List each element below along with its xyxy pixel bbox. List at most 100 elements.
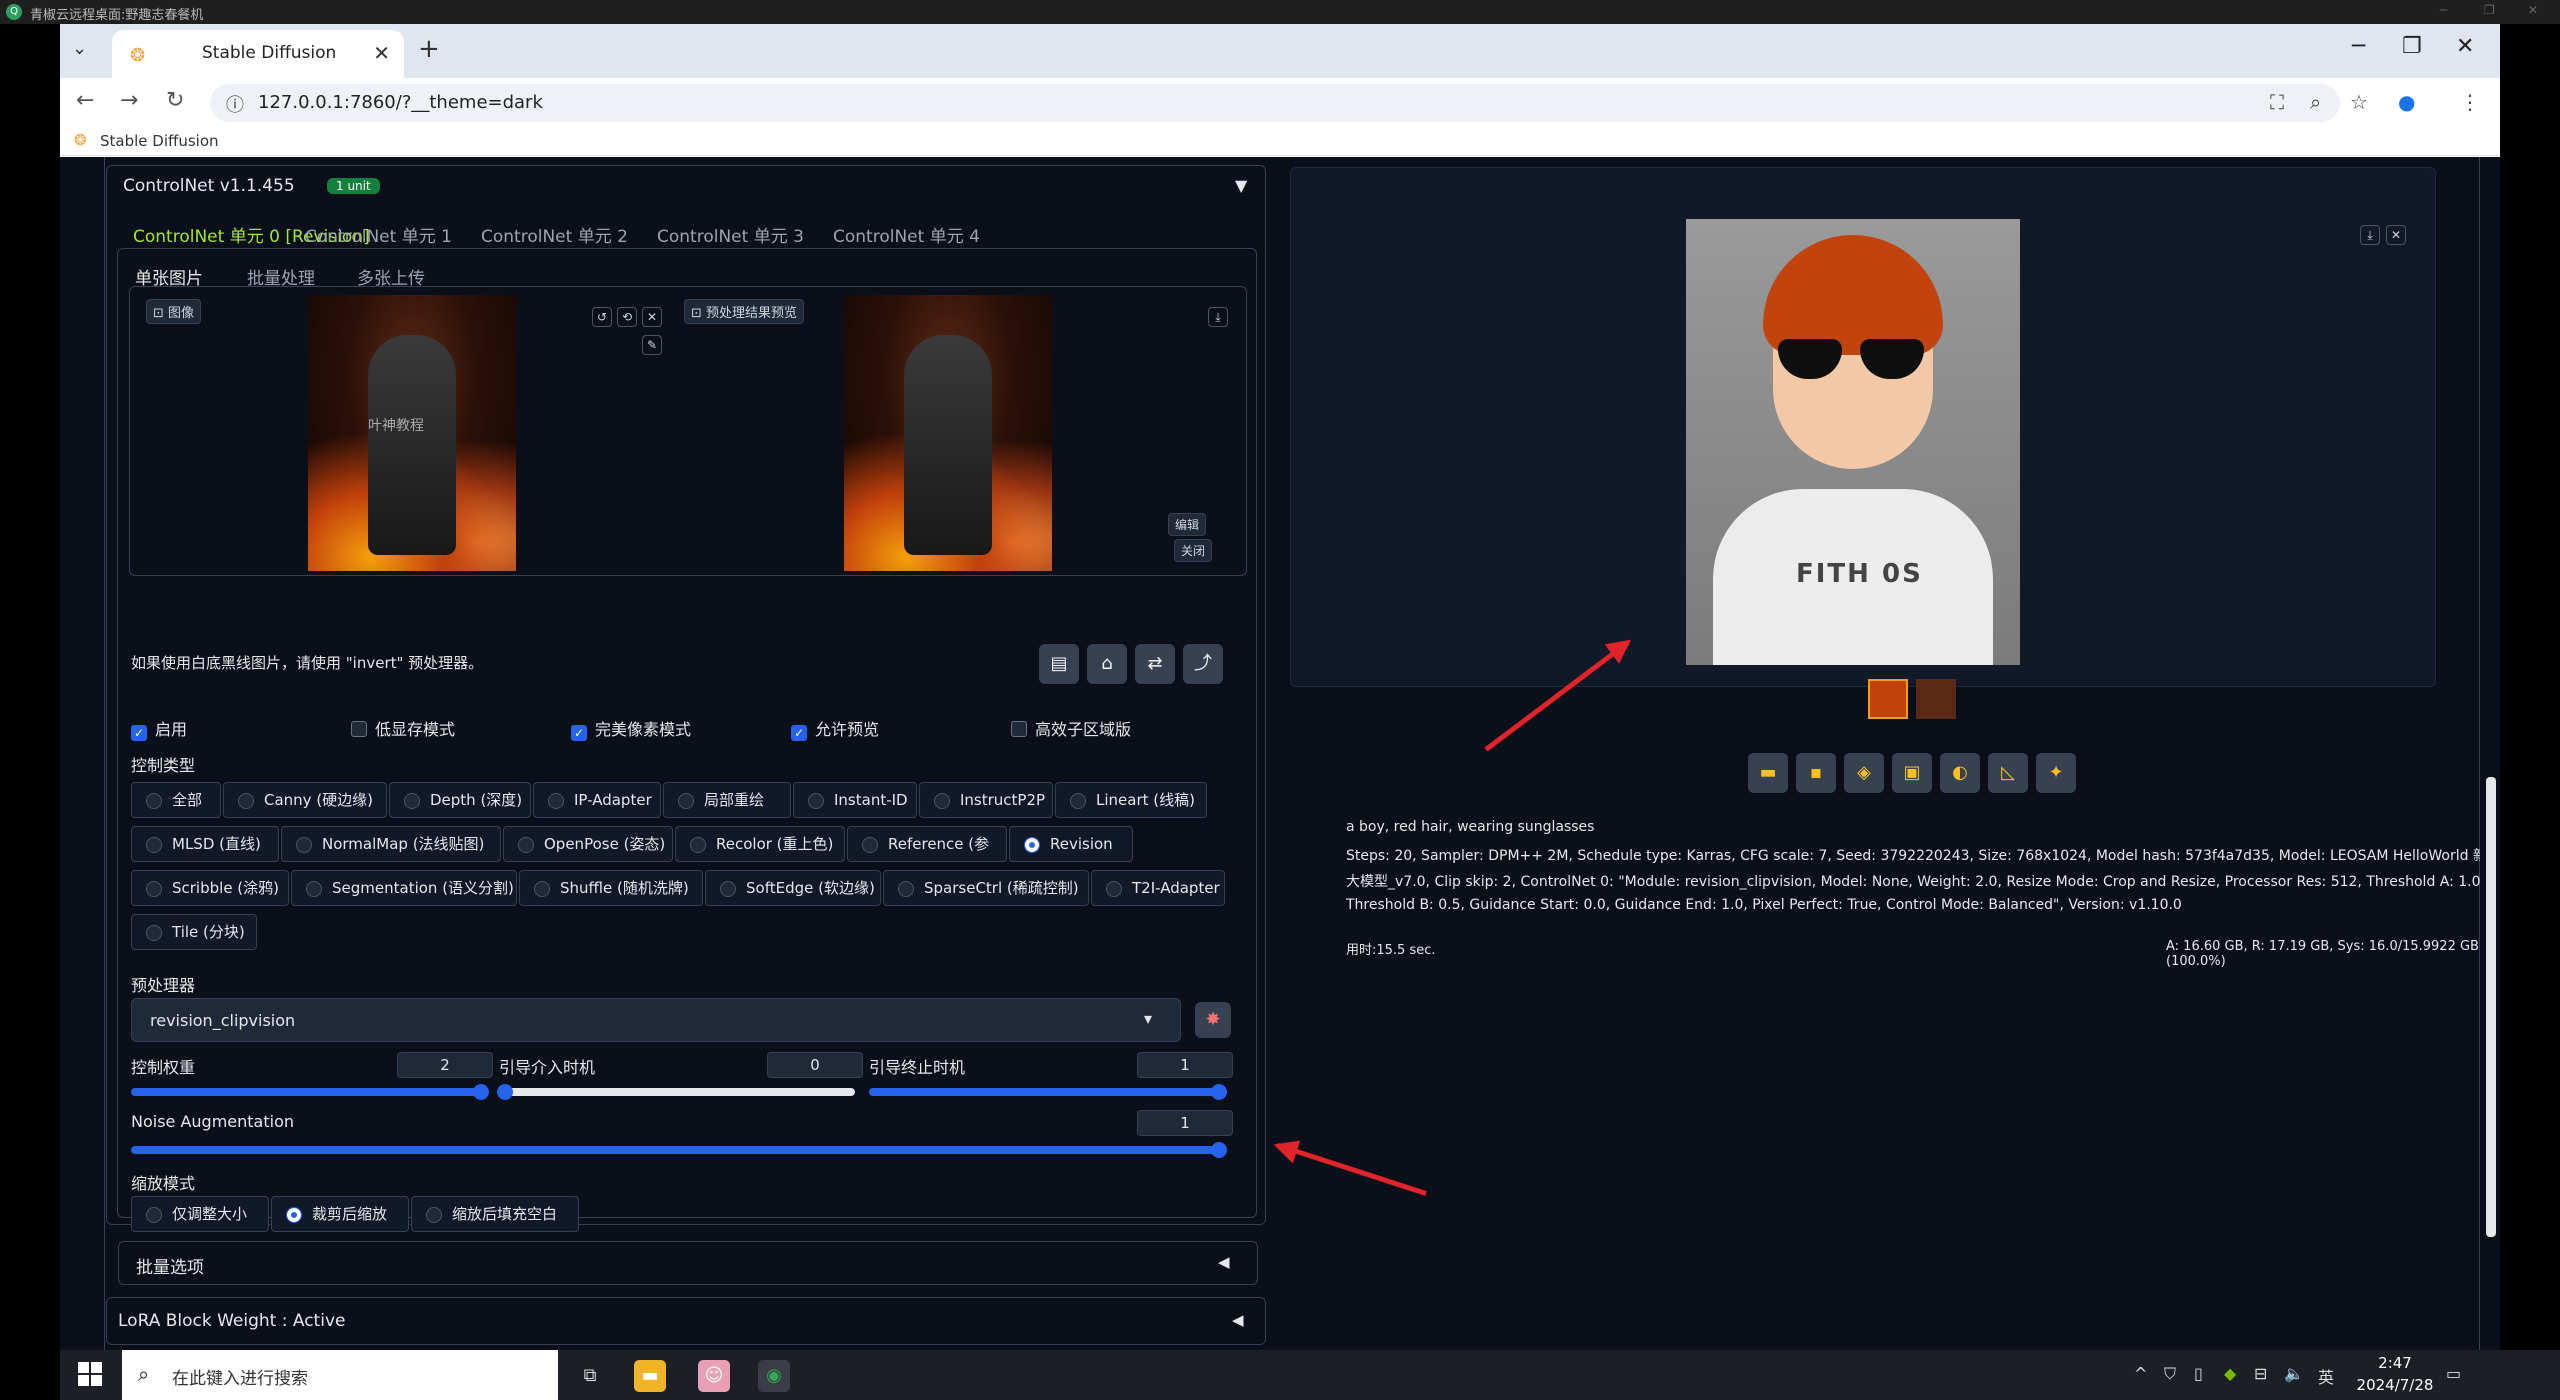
clock-date[interactable]: 2024/7/28 xyxy=(2350,1376,2440,1394)
batch-options-title[interactable]: 批量选项 xyxy=(136,1253,204,1278)
expand-left-icon[interactable]: ◀ xyxy=(1218,1253,1230,1271)
type-canny[interactable]: Canny (硬边缘) xyxy=(223,782,387,818)
site-info-icon[interactable]: ⓘ xyxy=(226,91,244,117)
camera-icon[interactable]: ⌂ xyxy=(1087,644,1127,684)
weight-input[interactable]: 2 xyxy=(397,1052,493,1078)
type-lineart[interactable]: Lineart (线稿) xyxy=(1055,782,1207,818)
page-scrollbar[interactable] xyxy=(2480,157,2500,1350)
file-explorer-icon[interactable]: ▬ xyxy=(634,1360,666,1392)
type-revision[interactable]: Revision xyxy=(1009,826,1133,862)
app-avatar-icon[interactable]: ☺ xyxy=(698,1360,730,1392)
type-instructp2p[interactable]: InstructP2P xyxy=(919,782,1053,818)
type-openpose[interactable]: OpenPose (姿态) xyxy=(503,826,673,862)
undo-icon[interactable]: ↺ xyxy=(592,307,612,327)
expand-left-icon[interactable]: ◀ xyxy=(1232,1311,1244,1329)
bookmark-star-icon[interactable]: ☆ xyxy=(2350,90,2368,114)
type-t2i-adapter[interactable]: T2I-Adapter xyxy=(1091,870,1225,906)
gallery-thumb-1[interactable] xyxy=(1868,679,1908,719)
open-folder-icon[interactable]: ▬ xyxy=(1748,753,1788,793)
tab-search-icon[interactable]: ⌄ xyxy=(72,38,87,59)
generated-image[interactable]: FITH 0S xyxy=(1686,219,2020,665)
minimize-icon[interactable]: ─ xyxy=(2352,34,2365,59)
nvidia-icon[interactable]: ◆ xyxy=(2224,1364,2236,1383)
controlnet-title[interactable]: ControlNet v1.1.455 xyxy=(123,176,295,196)
chrome-icon[interactable]: ◉ xyxy=(758,1360,790,1392)
start-slider[interactable] xyxy=(497,1084,855,1100)
enable-checkbox[interactable]: ✓ 启用 xyxy=(131,716,187,741)
tab-stable-diffusion[interactable]: ❂ Stable Diffusion ✕ xyxy=(112,30,404,78)
clear-icon[interactable]: ✕ xyxy=(642,307,662,327)
run-preprocessor-icon[interactable]: ✸ xyxy=(1195,1002,1231,1038)
type-recolor[interactable]: Recolor (重上色) xyxy=(675,826,845,862)
profile-icon[interactable]: ● xyxy=(2398,90,2415,114)
taskbar-search-placeholder[interactable]: 在此键入进行搜索 xyxy=(172,1364,308,1389)
type-sparsectrl[interactable]: SparseCtrl (稀疏控制) xyxy=(883,870,1089,906)
pixel-perfect-checkbox[interactable]: ✓ 完美像素模式 xyxy=(571,716,691,741)
security-icon[interactable]: ⛉ xyxy=(2164,1364,2176,1384)
sparkle-icon[interactable]: ✦ xyxy=(2036,753,2076,793)
menu-icon[interactable]: ⋮ xyxy=(2460,90,2480,114)
noise-knob[interactable] xyxy=(1211,1142,1227,1158)
translate-icon[interactable]: ⛶ xyxy=(2270,90,2284,114)
ime-indicator[interactable]: 英 xyxy=(2318,1364,2334,1388)
low-vram-checkbox[interactable]: 低显存模式 xyxy=(351,716,455,740)
start-input[interactable]: 0 xyxy=(767,1052,863,1078)
gallery-thumb-2[interactable] xyxy=(1916,679,1956,719)
batch-options-accordion[interactable] xyxy=(118,1241,1258,1285)
send-to-img2img-icon[interactable]: ▣ xyxy=(1892,753,1932,793)
input-image[interactable]: 叶神教程 xyxy=(308,295,516,571)
efficient-subregion-checkbox[interactable]: 高效子区域版 xyxy=(1011,716,1131,740)
type-mlsd[interactable]: MLSD (直线) xyxy=(131,826,279,862)
taskbar-search[interactable]: ⌕ 在此键入进行搜索 xyxy=(122,1350,558,1400)
send-to-extras-icon[interactable]: ◺ xyxy=(1988,753,2028,793)
scrollbar-thumb[interactable] xyxy=(2486,777,2496,1237)
start-knob[interactable] xyxy=(497,1084,513,1100)
task-view-icon[interactable]: ⧉ xyxy=(574,1360,606,1392)
tab-close-icon[interactable]: ✕ xyxy=(373,41,390,65)
end-input[interactable]: 1 xyxy=(1137,1052,1233,1078)
weight-slider[interactable] xyxy=(131,1084,489,1100)
address-bar[interactable]: ⓘ 127.0.0.1:7860/?__theme=dark xyxy=(210,84,2340,122)
allow-preview-checkbox[interactable]: ✓ 允许预览 xyxy=(791,716,879,741)
reload-icon[interactable]: ↻ xyxy=(166,88,184,113)
bookmark-stable-diffusion[interactable]: Stable Diffusion xyxy=(100,132,219,150)
tab-unit-2[interactable]: ControlNet 单元 2 xyxy=(481,222,628,247)
remote-minimize-icon[interactable]: ─ xyxy=(2440,3,2447,17)
tab-unit-3[interactable]: ControlNet 单元 3 xyxy=(657,222,804,247)
type-depth[interactable]: Depth (深度) xyxy=(389,782,531,818)
notification-icon[interactable]: ▭ xyxy=(2446,1364,2461,1383)
remote-close-icon[interactable]: ✕ xyxy=(2528,3,2538,17)
noise-slider[interactable] xyxy=(131,1142,1227,1158)
tray-chevron-icon[interactable]: ^ xyxy=(2134,1364,2147,1383)
gallery-close-icon[interactable]: ✕ xyxy=(2386,225,2406,245)
end-slider[interactable] xyxy=(869,1084,1227,1100)
gallery-download-icon[interactable]: ⤓ xyxy=(2360,225,2380,245)
windows-start-icon[interactable] xyxy=(78,1362,102,1386)
close-preview-button[interactable]: 关闭 xyxy=(1174,539,1213,562)
weight-knob[interactable] xyxy=(473,1084,489,1100)
zoom-icon[interactable]: ⌕ xyxy=(2310,90,2321,114)
remote-restore-icon[interactable]: ❐ xyxy=(2484,3,2495,17)
type-tile[interactable]: Tile (分块) xyxy=(131,914,257,950)
save-icon[interactable]: ▪ xyxy=(1796,753,1836,793)
lora-title[interactable]: LoRA Block Weight : Active xyxy=(118,1311,345,1331)
type-instant-id[interactable]: Instant-ID xyxy=(793,782,917,818)
send-dimensions-icon[interactable]: ⤴ xyxy=(1183,644,1223,684)
send-to-inpaint-icon[interactable]: ◐ xyxy=(1940,753,1980,793)
back-icon[interactable]: ← xyxy=(76,88,94,113)
type-segmentation[interactable]: Segmentation (语义分割) xyxy=(291,870,517,906)
close-window-icon[interactable]: ✕ xyxy=(2456,34,2474,59)
noise-input[interactable]: 1 xyxy=(1137,1110,1233,1136)
download-icon[interactable]: ⤓ xyxy=(1208,307,1228,327)
tab-unit-4[interactable]: ControlNet 单元 4 xyxy=(833,222,980,247)
brush-icon[interactable]: ✎ xyxy=(642,335,662,355)
usb-icon[interactable]: ▯ xyxy=(2194,1364,2203,1383)
collapse-icon[interactable]: ▼ xyxy=(1235,176,1247,195)
type-reference[interactable]: Reference (参考) xyxy=(847,826,1007,887)
swap-icon[interactable]: ⇄ xyxy=(1135,644,1175,684)
preprocessor-dropdown[interactable]: revision_clipvision ▾ xyxy=(131,998,1181,1042)
resize-just-resize[interactable]: 仅调整大小 xyxy=(131,1196,269,1232)
volume-icon[interactable]: 🔈 xyxy=(2284,1364,2304,1383)
url-text[interactable]: 127.0.0.1:7860/?__theme=dark xyxy=(258,92,543,113)
edit-button[interactable]: 编辑 xyxy=(1168,513,1207,536)
